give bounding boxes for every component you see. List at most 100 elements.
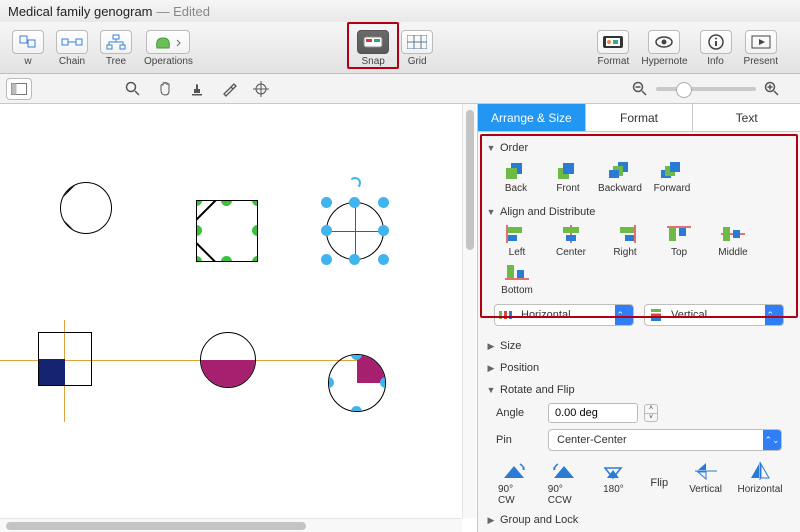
align-right[interactable]: Right (600, 224, 650, 258)
disclosure-triangle: ▶ (486, 341, 496, 352)
toolbar-hypernote[interactable]: Hypernote (635, 28, 693, 67)
shape-square-x-selected[interactable] (196, 200, 258, 262)
flip-horizontal[interactable]: Horizontal (740, 460, 780, 495)
tab-text[interactable]: Text (693, 104, 800, 131)
tab-format[interactable]: Format (586, 104, 694, 131)
disclosure-triangle: ▶ (486, 515, 496, 526)
resize-handle[interactable] (221, 200, 232, 206)
resize-handle[interactable] (349, 197, 360, 208)
resize-handle[interactable] (378, 254, 389, 265)
sidebar-toggle[interactable] (6, 78, 32, 100)
resize-handle[interactable] (252, 225, 258, 236)
chain-icon (61, 35, 83, 49)
resize-handle[interactable] (380, 377, 386, 388)
resize-handle[interactable] (196, 200, 202, 206)
distribute-horizontal-select[interactable]: Horizontal ⌃⌄ (494, 304, 634, 326)
scrollbar-horizontal[interactable] (0, 518, 462, 532)
zoom-tool[interactable] (120, 78, 146, 100)
align-bottom[interactable]: Bottom (492, 262, 542, 296)
info-icon (708, 34, 724, 50)
section-position[interactable]: ▶Position (484, 356, 794, 378)
chevron-updown-icon: ⌃⌄ (765, 305, 783, 325)
resize-handle[interactable] (380, 406, 386, 412)
target-tool[interactable] (248, 78, 274, 100)
tab-arrange-size[interactable]: Arrange & Size (478, 104, 586, 131)
order-forward[interactable]: Forward (648, 160, 696, 194)
tree-icon (105, 34, 127, 50)
resize-handle[interactable] (321, 254, 332, 265)
align-top[interactable]: Top (654, 224, 704, 258)
align-center[interactable]: Center (546, 224, 596, 258)
section-size[interactable]: ▶Size (484, 334, 794, 356)
align-left[interactable]: Left (492, 224, 542, 258)
zoom-slider[interactable] (656, 87, 756, 91)
rotate-180[interactable]: 180° (598, 460, 630, 495)
toolbar-snap[interactable]: Snap (351, 28, 395, 67)
resize-handle[interactable] (328, 377, 334, 388)
rotate-handle[interactable] (349, 177, 361, 189)
toolbar-operations[interactable]: Operations (138, 28, 199, 67)
resize-handle[interactable] (321, 197, 332, 208)
step-up[interactable]: ˄ (644, 404, 658, 413)
toolbar-tree[interactable]: Tree (94, 28, 138, 67)
section-order[interactable]: ▼Order (484, 136, 794, 158)
section-rotate[interactable]: ▼Rotate and Flip (484, 378, 794, 400)
operations-icon (153, 34, 183, 50)
angle-input[interactable] (548, 403, 638, 423)
resize-handle[interactable] (196, 225, 202, 236)
resize-handle[interactable] (196, 256, 202, 262)
shape-circle-half[interactable] (200, 332, 256, 388)
toolbar-format[interactable]: Format (591, 28, 635, 67)
scrollbar-vertical[interactable] (462, 104, 476, 518)
distribute-h-icon (498, 308, 514, 322)
stamp-icon (189, 81, 205, 97)
pin-select[interactable]: Center-Center ⌃⌄ (548, 429, 782, 451)
resize-handle[interactable] (252, 256, 258, 262)
inspector-tabs: Arrange & Size Format Text (478, 104, 800, 132)
zoom-in-icon[interactable] (764, 81, 780, 97)
rotate-90ccw[interactable]: 90° CCW (548, 460, 580, 506)
brush-icon (601, 34, 625, 50)
resize-handle[interactable] (378, 197, 389, 208)
eyedropper-tool[interactable] (216, 78, 242, 100)
resize-handle[interactable] (351, 406, 362, 412)
section-align[interactable]: ▼Align and Distribute (484, 200, 794, 222)
rotate-90cw[interactable]: 90° CW (498, 460, 530, 506)
step-down[interactable]: ˅ (644, 413, 658, 422)
group-icon (19, 35, 37, 49)
distribute-vertical-select[interactable]: Vertical ⌃⌄ (644, 304, 784, 326)
resize-handle[interactable] (378, 225, 389, 236)
toolbar-info[interactable]: Info (694, 28, 738, 67)
shape-circle-x[interactable] (60, 182, 112, 234)
toolbar-w[interactable]: w (6, 28, 50, 67)
align-middle[interactable]: Middle (708, 224, 758, 258)
flip-vertical[interactable]: Vertical (689, 460, 722, 495)
backward-icon (606, 160, 634, 180)
angle-stepper[interactable]: ˄˅ (644, 404, 658, 422)
shape-circle-cross-selected[interactable] (326, 202, 384, 260)
order-front[interactable]: Front (544, 160, 592, 194)
resize-handle[interactable] (221, 256, 232, 262)
canvas[interactable] (0, 104, 478, 532)
toolbar-grid[interactable]: Grid (395, 28, 439, 67)
eyedropper-icon (221, 81, 237, 97)
resize-handle[interactable] (321, 225, 332, 236)
resize-handle[interactable] (252, 200, 258, 206)
resize-handle[interactable] (328, 406, 334, 412)
distribute-v-icon (648, 308, 664, 322)
zoom-out-icon[interactable] (632, 81, 648, 97)
order-back[interactable]: Back (492, 160, 540, 194)
toolbar-chain[interactable]: Chain (50, 28, 94, 67)
toolbar-present[interactable]: Present (738, 28, 784, 67)
pan-tool[interactable] (152, 78, 178, 100)
document-title: Medical family genogram (8, 4, 153, 19)
stamp-tool[interactable] (184, 78, 210, 100)
toolbar-group-center: Snap Grid (351, 28, 439, 67)
eye-icon (654, 35, 674, 49)
zoom-control (632, 81, 780, 97)
shape-square-quarter[interactable] (38, 332, 92, 386)
order-backward[interactable]: Backward (596, 160, 644, 194)
shape-circle-quarter-selected[interactable] (328, 354, 386, 412)
section-group-lock[interactable]: ▶Group and Lock (484, 508, 794, 530)
resize-handle[interactable] (349, 254, 360, 265)
